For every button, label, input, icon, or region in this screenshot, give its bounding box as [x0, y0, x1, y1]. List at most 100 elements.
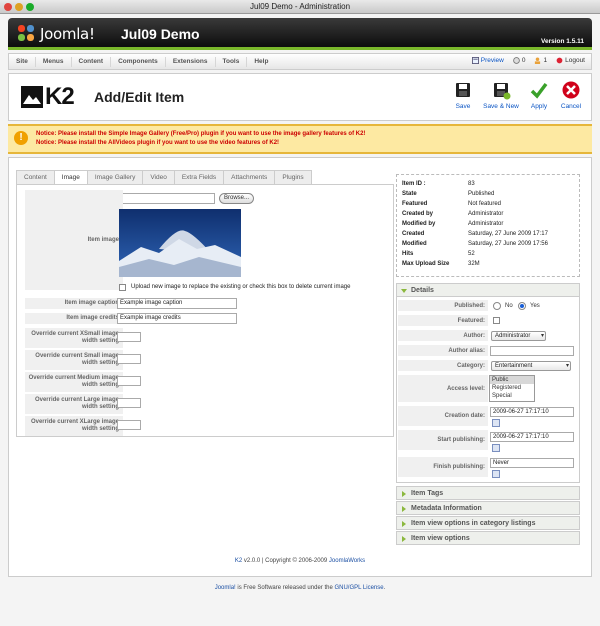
- meta-row: Max Upload Size 32M: [402, 261, 480, 267]
- published-label: Published:: [398, 300, 488, 311]
- save-and-new-button[interactable]: Save & New: [481, 80, 521, 110]
- featured-checkbox[interactable]: [493, 317, 500, 324]
- meta-row: Item ID :83: [402, 181, 475, 187]
- menu-help[interactable]: Help: [247, 57, 275, 67]
- start-publishing-label: Start publishing:: [398, 430, 488, 450]
- license-link[interactable]: GNU/GPL License: [334, 585, 383, 591]
- access-level-listbox[interactable]: Public Registered Special: [489, 375, 535, 402]
- tab-plugins[interactable]: Plugins: [274, 170, 312, 184]
- item-view-options-toggle[interactable]: Item view options: [396, 531, 580, 545]
- finish-publishing-input[interactable]: Never: [490, 458, 574, 468]
- apply-label: Apply: [530, 103, 548, 110]
- author-alias-label: Author alias:: [398, 345, 488, 356]
- admin-header: Joomla! Jul09 Demo Version 1.5.11: [8, 18, 592, 50]
- joomla-free-software-text: is Free Software released under the: [235, 585, 335, 591]
- details-toggle[interactable]: Details: [396, 283, 580, 297]
- joomlaworks-link[interactable]: JoomlaWorks: [329, 558, 365, 564]
- window-controls: [4, 3, 34, 11]
- joomla-link[interactable]: Joomla!: [215, 585, 236, 591]
- tab-image-gallery[interactable]: Image Gallery: [86, 170, 144, 184]
- override-large-input[interactable]: [117, 398, 141, 408]
- cancel-icon: [562, 81, 580, 99]
- preview-link[interactable]: Preview: [471, 57, 504, 64]
- messages-status[interactable]: 0: [513, 57, 525, 64]
- joomla-logo: Joomla!: [18, 25, 95, 43]
- author-label: Author:: [398, 330, 488, 341]
- menu-status: Preview 0 1 Logout: [471, 57, 585, 64]
- menu-tools[interactable]: Tools: [216, 56, 248, 67]
- tab-content[interactable]: Content: [16, 170, 55, 184]
- minimize-window-button[interactable]: [15, 3, 23, 11]
- access-option-registered[interactable]: Registered: [490, 384, 534, 392]
- published-no-radio[interactable]: [493, 302, 501, 310]
- k2-footer: K2 v2.0.0 | Copyright © 2006-2009 Joomla…: [0, 558, 600, 564]
- published-yes-radio[interactable]: [518, 302, 526, 310]
- author-select[interactable]: Administrator: [491, 331, 546, 341]
- notice-banner: ! Notice: Please install the Simple Imag…: [8, 124, 592, 154]
- k2-logo: K2: [21, 83, 81, 110]
- image-caption-input[interactable]: Example image caption: [117, 298, 237, 309]
- override-xsmall-input[interactable]: [117, 332, 141, 342]
- upload-note: Upload new image to replace the existing…: [131, 284, 351, 290]
- meta-row: Created by Administrator: [402, 211, 504, 217]
- tab-extra-fields[interactable]: Extra Fields: [173, 170, 225, 184]
- logout-link[interactable]: Logout: [556, 57, 585, 64]
- menu-components[interactable]: Components: [111, 56, 166, 67]
- browse-button[interactable]: Browse...: [219, 193, 255, 204]
- featured-label: Featured:: [398, 315, 488, 326]
- window-titlebar: Jul09 Demo - Administration: [0, 0, 600, 14]
- item-image-thumbnail: [119, 209, 241, 277]
- category-select[interactable]: Entertainment: [491, 361, 571, 371]
- k2-logo-icon: [21, 86, 43, 108]
- override-medium-input[interactable]: [117, 376, 141, 386]
- notice-messages: Notice: Please install the Simple Image …: [36, 130, 365, 148]
- item-meta-info: Item ID :83 State Published Featured Not f…: [396, 174, 580, 277]
- delete-image-checkbox[interactable]: [119, 284, 126, 291]
- close-window-button[interactable]: [4, 3, 12, 11]
- checkmark-icon: [530, 82, 548, 99]
- access-option-public[interactable]: Public: [490, 376, 534, 384]
- published-no-label: No: [505, 303, 513, 309]
- main-menu: Site Menus Content Components Extensions…: [8, 53, 592, 70]
- site-name: Jul09 Demo: [121, 26, 200, 42]
- tab-attachments[interactable]: Attachments: [223, 170, 276, 184]
- save-button[interactable]: Save: [449, 80, 477, 110]
- calendar-icon[interactable]: [492, 470, 500, 478]
- meta-row: State Published: [402, 191, 495, 197]
- metadata-toggle[interactable]: Metadata Information: [396, 501, 580, 515]
- cancel-button[interactable]: Cancel: [557, 80, 585, 110]
- start-publishing-input[interactable]: 2009-06-27 17:17:10: [490, 432, 574, 442]
- menu-content[interactable]: Content: [72, 56, 112, 67]
- window-title: Jul09 Demo - Administration: [249, 2, 351, 11]
- item-tags-toggle[interactable]: Item Tags: [396, 486, 580, 500]
- author-alias-input[interactable]: [490, 346, 574, 356]
- messages-icon: [513, 57, 520, 64]
- apply-button[interactable]: Apply: [525, 80, 553, 110]
- calendar-icon[interactable]: [492, 444, 500, 452]
- users-count: 1: [543, 57, 548, 64]
- creation-date-input[interactable]: 2009-06-27 17:17:10: [490, 407, 574, 417]
- meta-row: Created Saturday, 27 June 2009 17:17: [402, 231, 548, 237]
- toolbar-buttons: Save Save & New Apply Cancel: [449, 80, 585, 110]
- image-caption-label: Item image caption: [25, 298, 123, 309]
- image-tab-panel: Browse... Item image Upload new image to…: [16, 184, 394, 437]
- menu-site[interactable]: Site: [9, 56, 36, 67]
- item-image-label: Item image: [25, 190, 123, 290]
- menu-menus[interactable]: Menus: [36, 56, 72, 67]
- calendar-icon[interactable]: [492, 419, 500, 427]
- zoom-window-button[interactable]: [26, 3, 34, 11]
- menu-extensions[interactable]: Extensions: [166, 56, 216, 67]
- tab-image[interactable]: Image: [53, 170, 88, 185]
- users-status[interactable]: 1: [534, 57, 547, 64]
- image-credits-input[interactable]: Example image credits: [117, 313, 237, 324]
- category-listing-options-toggle[interactable]: Item view options in category listings: [396, 516, 580, 530]
- image-file-input[interactable]: [119, 193, 215, 204]
- image-credits-label: Item image credits: [25, 313, 123, 324]
- save-new-icon: [494, 83, 511, 100]
- tab-video[interactable]: Video: [142, 170, 175, 184]
- access-option-special[interactable]: Special: [490, 392, 534, 400]
- override-small-input[interactable]: [117, 354, 141, 364]
- override-large-label: Override current Large image width setti…: [25, 394, 123, 414]
- access-level-label: Access level:: [398, 375, 488, 402]
- override-xlarge-input[interactable]: [117, 420, 141, 430]
